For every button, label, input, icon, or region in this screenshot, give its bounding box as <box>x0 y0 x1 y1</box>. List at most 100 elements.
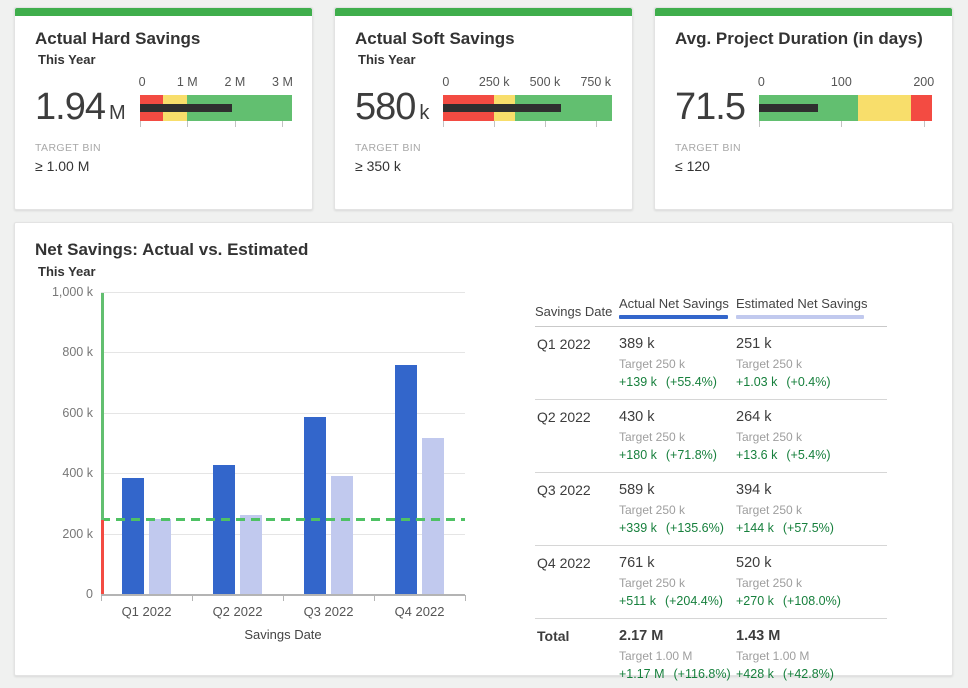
kpi-subtitle: This Year <box>38 52 292 69</box>
table-row-q4-2022[interactable]: Q4 2022761 kTarget 250 k+511 k(+204.4%)5… <box>535 546 887 619</box>
kpi-card-avg-project-duration-in-days: Avg. Project Duration (in days)71.501002… <box>654 7 953 210</box>
x-axis-category-labels: Q1 2022Q2 2022Q3 2022Q4 2022 <box>101 604 465 619</box>
estimated-cell: 1.43 M Target 1.00 M +428 k (+42.8%) <box>736 628 887 681</box>
bullet-axis-label: 200 <box>913 75 934 89</box>
variance-delta: +428 k <box>736 667 774 681</box>
bullet-axis-tick <box>545 121 546 127</box>
variance-percent: (+135.6%) <box>666 521 724 535</box>
bar-group-q2-2022 <box>192 293 283 595</box>
x-axis-title: Savings Date <box>101 627 465 642</box>
bar-group-q4-2022 <box>374 293 465 595</box>
row-label: Q4 2022 <box>535 555 619 608</box>
kpi-value: 580k <box>355 88 429 126</box>
variance-delta: +139 k <box>619 375 657 389</box>
kpi-subtitle: This Year <box>358 52 612 69</box>
panel-title: Net Savings: Actual vs. Estimated <box>35 240 952 260</box>
variance-delta: +270 k <box>736 594 774 608</box>
cell-value: 589 k <box>619 482 736 498</box>
bullet-measure-bar <box>443 104 561 112</box>
y-axis-tick-label: 200 k <box>31 527 93 542</box>
bullet-axis-ticks <box>140 121 292 127</box>
cell-target: Target 1.00 M <box>736 649 887 663</box>
bullet-axis-labels: 0250 k500 k750 k <box>443 75 612 92</box>
bullet-chart: 0250 k500 k750 k <box>443 75 612 127</box>
bullet-chart: 01 M2 M3 M <box>140 75 292 127</box>
cell-value: 520 k <box>736 555 887 571</box>
cell-variance: +144 k(+57.5%) <box>736 521 887 535</box>
cell-variance: +139 k(+55.4%) <box>619 375 736 389</box>
bullet-axis-label: 750 k <box>580 75 611 89</box>
kpi-title: Avg. Project Duration (in days) <box>675 29 932 49</box>
table-row-q1-2022[interactable]: Q1 2022389 kTarget 250 k+139 k(+55.4%)25… <box>535 327 887 400</box>
y-axis-tick-label: 400 k <box>31 466 93 481</box>
cell-target: Target 250 k <box>619 357 736 371</box>
table-header-row: Savings DateActual Net SavingsEstimated … <box>535 296 887 319</box>
table-row-q2-2022[interactable]: Q2 2022430 kTarget 250 k+180 k(+71.8%)26… <box>535 400 887 473</box>
bar-actual-q3-2022[interactable] <box>304 417 326 595</box>
cell-target: Target 250 k <box>619 503 736 517</box>
variance-percent: (+42.8%) <box>783 667 834 681</box>
cell-variance: +1.03 k(+0.4%) <box>736 375 887 389</box>
bar-series <box>101 293 465 595</box>
column-header-label: Estimated Net Savings <box>736 296 887 311</box>
x-axis-category-label: Q2 2022 <box>192 604 283 619</box>
legend-swatch-actual <box>619 315 728 319</box>
cell-value: 2.17 M <box>619 628 736 644</box>
bar-estimated-q2-2022[interactable] <box>240 515 262 595</box>
bullet-axis-tick <box>443 121 444 127</box>
bullet-chart: 0100200 <box>759 75 932 127</box>
bullet-band-red <box>911 95 932 121</box>
column-header-estimated-net-savings: Estimated Net Savings <box>736 296 887 319</box>
table-row-q3-2022[interactable]: Q3 2022589 kTarget 250 k+339 k(+135.6%)3… <box>535 473 887 546</box>
bar-actual-q2-2022[interactable] <box>213 465 235 595</box>
estimated-cell: 264 kTarget 250 k+13.6 k(+5.4%) <box>736 409 887 462</box>
bullet-axis-label: 500 k <box>530 75 561 89</box>
variance-percent: (+5.4%) <box>786 448 830 462</box>
kpi-value-unit: k <box>419 102 429 124</box>
actual-cell: 761 kTarget 250 k+511 k(+204.4%) <box>619 555 736 608</box>
bar-estimated-q1-2022[interactable] <box>149 519 171 595</box>
variance-percent: (+108.0%) <box>783 594 841 608</box>
bullet-axis-label: 3 M <box>272 75 293 89</box>
bullet-axis-tick <box>494 121 495 127</box>
bar-actual-q4-2022[interactable] <box>395 365 417 595</box>
kpi-card-actual-soft-savings: Actual Soft SavingsThis Year580k0250 k50… <box>334 7 633 210</box>
bullet-axis-tick <box>235 121 236 127</box>
bar-estimated-q4-2022[interactable] <box>422 438 444 595</box>
bullet-track <box>140 95 292 121</box>
x-axis-line <box>101 594 465 596</box>
kpi-value-number: 1.94 <box>35 86 105 128</box>
kpi-value-row: 1.94M01 M2 M3 M <box>35 75 292 127</box>
bullet-axis-tick <box>596 121 597 127</box>
bullet-band-yellow <box>858 95 912 121</box>
cell-target: Target 250 k <box>736 576 887 590</box>
kpi-title: Actual Hard Savings <box>35 29 292 49</box>
kpi-card-actual-hard-savings: Actual Hard Savings This Year 1.94M01 M2 M… <box>14 7 313 210</box>
bullet-axis-tick <box>282 121 283 127</box>
x-axis-category-label: Q4 2022 <box>374 604 465 619</box>
bar-chart: 0200 k400 k600 k800 k1,000 k Q1 2022Q2 2… <box>35 283 507 688</box>
y-axis-tick-label: 1,000 k <box>31 285 93 300</box>
cell-value: 1.43 M <box>736 628 887 644</box>
bullet-axis-label: 1 M <box>177 75 198 89</box>
variance-percent: (+71.8%) <box>666 448 717 462</box>
bar-estimated-q3-2022[interactable] <box>331 476 353 595</box>
cell-target: Target 250 k <box>736 357 887 371</box>
kpi-value-row: 580k0250 k500 k750 k <box>355 75 612 127</box>
cell-variance: +339 k(+135.6%) <box>619 521 736 535</box>
bar-actual-q1-2022[interactable] <box>122 478 144 595</box>
bullet-track <box>443 95 612 121</box>
y-axis-line-above-target <box>101 293 104 520</box>
plot-area: 0200 k400 k600 k800 k1,000 k <box>101 293 465 595</box>
kpi-card-body: Actual Hard Savings This Year 1.94M01 M2 M… <box>15 16 312 174</box>
bullet-track <box>759 95 932 121</box>
row-label: Total <box>535 628 619 681</box>
cell-value: 251 k <box>736 336 887 352</box>
target-bin-value: ≥ 350 k <box>355 158 612 174</box>
cell-value: 389 k <box>619 336 736 352</box>
cell-value: 430 k <box>619 409 736 425</box>
column-header-savings-date: Savings Date <box>535 304 619 319</box>
bullet-axis-label: 250 k <box>479 75 510 89</box>
target-reference-line <box>101 518 465 521</box>
table-row-total[interactable]: Total2.17 MTarget 1.00 M+1.17 M(+116.8%)… <box>535 619 887 688</box>
